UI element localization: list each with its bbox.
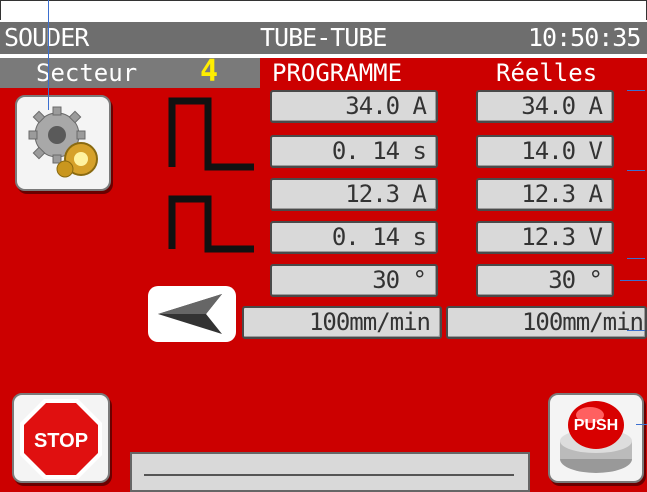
settings-button[interactable] xyxy=(15,95,111,191)
real-value-2[interactable]: 12.3 A xyxy=(476,178,614,211)
stop-button[interactable]: STOP xyxy=(12,393,110,483)
program-value-1[interactable]: 0. 14 s xyxy=(270,135,438,168)
sector-bar[interactable]: Secteur 4 xyxy=(0,54,260,89)
sector-label: Secteur xyxy=(36,59,138,87)
annotation-tick xyxy=(620,280,647,281)
arrow-left-icon xyxy=(158,294,222,334)
clock: 10:50:35 xyxy=(528,23,641,52)
program-value-4[interactable]: 30 ° xyxy=(270,264,438,297)
progress-track xyxy=(144,474,514,476)
real-value-5[interactable]: 100mm/min xyxy=(446,306,647,339)
progress-bar xyxy=(130,452,530,492)
push-button-icon: PUSH xyxy=(560,401,632,473)
real-value-3[interactable]: 12.3 V xyxy=(476,221,614,254)
program-value-2[interactable]: 12.3 A xyxy=(270,178,438,211)
real-value-0[interactable]: 34.0 A xyxy=(476,90,614,123)
real-header: Réelles xyxy=(496,59,598,87)
program-value-3[interactable]: 0. 14 s xyxy=(270,221,438,254)
program-header: PROGRAMME xyxy=(272,59,403,87)
title-frame xyxy=(0,0,647,20)
annotation-tick xyxy=(636,424,647,425)
title-bar: SOUDER TUBE-TUBE 10:50:35 xyxy=(0,22,647,54)
annotation-line xyxy=(48,0,49,110)
annotation-tick xyxy=(627,330,645,331)
annotation-tick xyxy=(627,170,645,171)
push-label: PUSH xyxy=(574,417,618,434)
direction-button[interactable] xyxy=(148,286,236,342)
sector-value: 4 xyxy=(200,54,219,89)
gears-icon xyxy=(28,106,98,178)
program-value-5[interactable]: 100mm/min xyxy=(242,306,442,339)
real-value-1[interactable]: 14.0 V xyxy=(476,135,614,168)
program-value-0[interactable]: 34.0 A xyxy=(270,90,438,123)
pulse-waveform-icon xyxy=(168,97,254,253)
annotation-tick xyxy=(627,258,645,259)
screen: SOUDER TUBE-TUBE 10:50:35 Secteur 4 PROG… xyxy=(0,0,647,492)
mode-title: TUBE-TUBE xyxy=(260,23,387,52)
stop-label: STOP xyxy=(34,430,88,452)
push-button[interactable]: PUSH xyxy=(548,393,644,483)
real-value-4[interactable]: 30 ° xyxy=(476,264,614,297)
annotation-tick xyxy=(627,90,645,91)
app-title: SOUDER xyxy=(4,23,89,52)
stop-sign-icon: STOP xyxy=(20,399,102,479)
